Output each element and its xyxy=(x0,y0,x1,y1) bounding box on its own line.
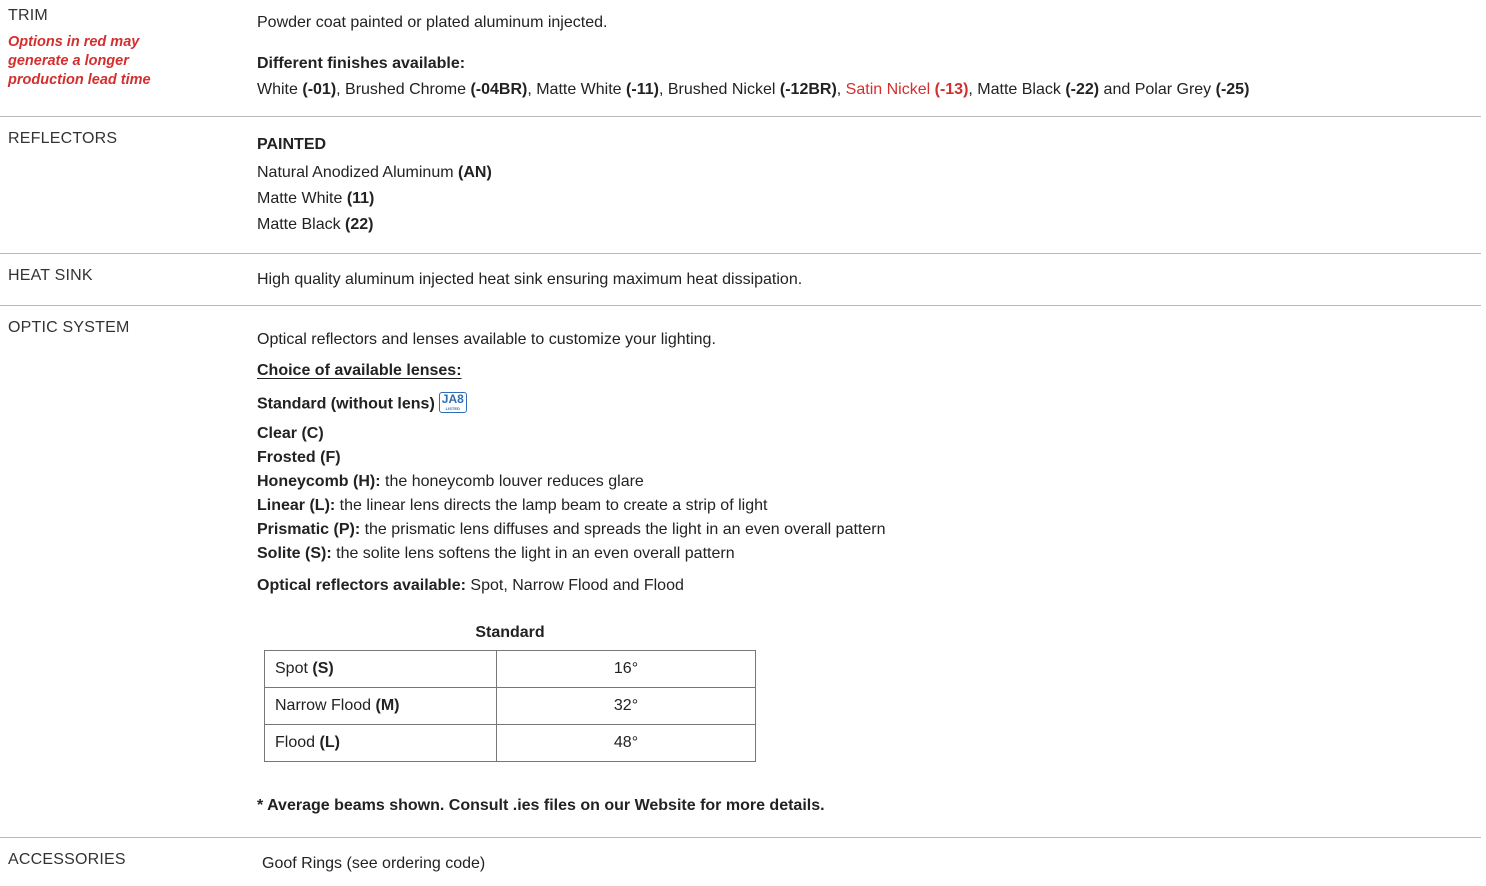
finish-item: Polar Grey (-25) xyxy=(1134,81,1250,98)
reflectors-label: REFLECTORS xyxy=(8,130,118,147)
table-cell: 48° xyxy=(496,724,756,762)
table-cell: Narrow Flood (M) xyxy=(264,687,497,725)
reflector-item: Matte Black (22) xyxy=(257,216,374,233)
finishes-heading: Different finishes available: xyxy=(257,55,466,72)
lens-item: Honeycomb (H): the honeycomb louver redu… xyxy=(257,473,644,490)
lens-item: Solite (S): the solite lens softens the … xyxy=(257,545,735,562)
section-divider xyxy=(0,305,1481,306)
lead-time-note: Options in red may generate a longer pro… xyxy=(8,34,151,88)
section-divider xyxy=(0,837,1481,838)
trim-description: Powder coat painted or plated aluminum i… xyxy=(257,14,608,31)
finish-item-red: Satin Nickel (-13) xyxy=(845,81,969,98)
section-divider xyxy=(0,253,1481,254)
table-row: Narrow Flood (M) 32° xyxy=(264,687,756,725)
finish-item: Brushed Nickel (-12BR), xyxy=(667,81,846,98)
beam-footnote: * Average beams shown. Consult .ies file… xyxy=(257,797,825,814)
table-row: Spot (S) 16° xyxy=(264,650,756,688)
lens-item: Clear (C) xyxy=(257,425,324,442)
finish-item: Brushed Chrome (-04BR), xyxy=(345,81,537,98)
reflector-item: Natural Anodized Aluminum (AN) xyxy=(257,164,492,181)
optical-reflectors-line: Optical reflectors available: Spot, Narr… xyxy=(257,577,684,594)
section-divider xyxy=(0,116,1481,117)
table-cell: Spot (S) xyxy=(264,650,497,688)
finish-item: White (-01), xyxy=(257,81,346,98)
optic-intro: Optical reflectors and lenses available … xyxy=(257,331,716,348)
lens-item: Prismatic (P): the prismatic lens diffus… xyxy=(257,521,886,538)
accessories-description: Goof Rings (see ordering code) xyxy=(262,855,486,872)
lens-item: Frosted (F) xyxy=(257,449,341,466)
beam-angle-table: Spot (S) 16° Narrow Flood (M) 32° Flood … xyxy=(264,650,756,762)
table-row: Flood (L) 48° xyxy=(264,724,756,762)
trim-label: TRIM xyxy=(8,7,48,24)
optic-system-label: OPTIC SYSTEM xyxy=(8,319,130,336)
finish-item: Matte White (-11), xyxy=(536,81,668,98)
reflector-item: Matte White (11) xyxy=(257,190,375,207)
accessories-label: ACCESSORIES xyxy=(8,851,126,868)
ja8-listed-badge-icon: JA8 LISTED xyxy=(438,392,467,413)
table-cell: 32° xyxy=(496,687,756,725)
lenses-heading: Choice of available lenses: xyxy=(257,362,462,379)
standard-lens: Standard (without lens) JA8 LISTED xyxy=(257,392,467,415)
heat-sink-description: High quality aluminum injected heat sink… xyxy=(257,271,803,288)
finish-item: Matte Black (-22) and xyxy=(977,81,1135,98)
painted-heading: PAINTED xyxy=(257,136,327,153)
heat-sink-label: HEAT SINK xyxy=(8,267,93,284)
beam-table-caption: Standard xyxy=(475,624,545,641)
table-cell: Flood (L) xyxy=(264,724,497,762)
finishes-list: White (-01), Brushed Chrome (-04BR), Mat… xyxy=(257,81,1250,98)
table-cell: 16° xyxy=(496,650,756,688)
lens-item: Linear (L): the linear lens directs the … xyxy=(257,497,768,514)
